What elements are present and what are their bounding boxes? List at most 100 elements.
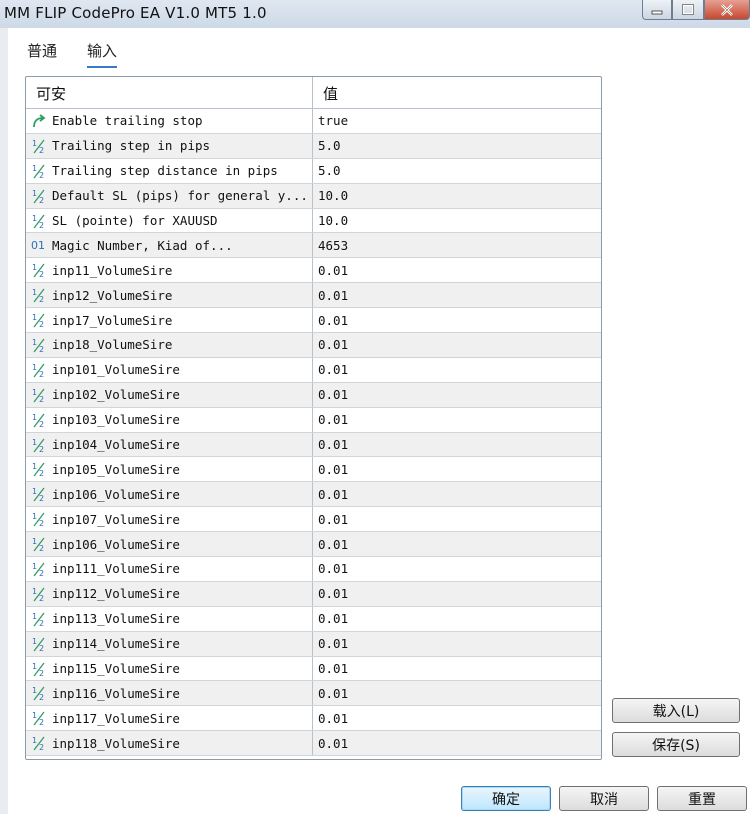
parameter-value-cell[interactable]: 0.01 <box>313 457 601 481</box>
parameter-name-cell[interactable]: 1 2 inp113_VolumeSire <box>26 606 313 631</box>
parameter-value-cell[interactable]: 0.01 <box>313 333 601 357</box>
parameter-value-cell[interactable]: 0.01 <box>313 408 601 432</box>
parameter-name-cell[interactable]: 1 2 Trailing step distance in pips <box>26 158 313 183</box>
parameter-value-cell[interactable]: true <box>313 109 601 133</box>
parameter-name-cell[interactable]: 1 2 SL (pointe) for XAUUSD <box>26 208 313 233</box>
tab-input[interactable]: 输入 <box>87 40 118 68</box>
parameter-value-cell[interactable]: 0.01 <box>313 308 601 332</box>
tab-general[interactable]: 普通 <box>27 40 57 66</box>
parameter-name-cell[interactable]: 1 2 inp105_VolumeSire <box>26 457 313 482</box>
table-row[interactable]: 1 2 inp11_VolumeSire 0.01 <box>26 258 601 284</box>
parameter-value-cell[interactable]: 0.01 <box>313 657 601 681</box>
column-header-variable[interactable]: 可安 <box>26 77 313 108</box>
parameter-name-cell[interactable]: 1 2 inp115_VolumeSire <box>26 656 313 681</box>
parameter-value-cell[interactable]: 4653 <box>313 233 601 257</box>
parameter-value-cell[interactable]: 0.01 <box>313 557 601 581</box>
parameter-name-cell[interactable]: 1 2 Trailing step in pips <box>26 133 313 158</box>
parameter-name-cell[interactable]: 1 2 inp11_VolumeSire <box>26 258 313 283</box>
parameter-name-cell[interactable]: 1 2 inp18_VolumeSire <box>26 333 313 357</box>
table-row[interactable]: 1 2 inp116_VolumeSire 0.01 <box>26 681 601 707</box>
parameter-name-cell[interactable]: 1 2 Default SL (pips) for general y... <box>26 183 313 208</box>
parameter-name-cell[interactable]: 1 2 inp102_VolumeSire <box>26 382 313 407</box>
table-row[interactable]: 1 2 inp102_VolumeSire 0.01 <box>26 382 601 408</box>
table-row[interactable]: 1 2 inp106_VolumeSire 0.01 <box>26 482 601 508</box>
column-header-value[interactable]: 值 <box>313 77 601 108</box>
table-row[interactable]: Enable trailing stop true <box>26 109 601 134</box>
table-row[interactable]: 1 2 inp12_VolumeSire 0.01 <box>26 283 601 309</box>
parameter-value-cell[interactable]: 0.01 <box>313 383 601 407</box>
table-row[interactable]: 1 2 inp115_VolumeSire 0.01 <box>26 656 601 682</box>
parameter-value-cell[interactable]: 0.01 <box>313 532 601 556</box>
number-icon: 12 <box>31 163 47 179</box>
table-row[interactable]: 1 2 inp107_VolumeSire 0.01 <box>26 507 601 533</box>
table-row[interactable]: 1 2 inp114_VolumeSire 0.01 <box>26 631 601 657</box>
table-row[interactable]: 1 2 Trailing step in pips 5.0 <box>26 133 601 159</box>
parameter-name-cell[interactable]: 1 2 inp114_VolumeSire <box>26 631 313 656</box>
parameter-name-cell[interactable]: 1 2 inp101_VolumeSire <box>26 357 313 382</box>
parameter-value-cell[interactable]: 0.01 <box>313 681 601 705</box>
parameter-value-cell[interactable]: 10.0 <box>313 209 601 233</box>
svg-text:2: 2 <box>39 370 44 378</box>
parameter-name: inp106_VolumeSire <box>52 486 180 502</box>
parameter-name-cell[interactable]: 1 2 inp106_VolumeSire <box>26 482 313 507</box>
table-row[interactable]: 1 2 inp113_VolumeSire 0.01 <box>26 606 601 632</box>
svg-text:2: 2 <box>39 718 44 726</box>
parameter-value-cell[interactable]: 0.01 <box>313 258 601 282</box>
parameter-name-cell[interactable]: 1 2 inp104_VolumeSire <box>26 432 313 457</box>
parameter-name-cell[interactable]: 1 2 inp116_VolumeSire <box>26 681 313 706</box>
parameter-value-cell[interactable]: 0.01 <box>313 706 601 730</box>
table-row[interactable]: 1 2 inp18_VolumeSire 0.01 <box>26 333 601 358</box>
parameter-value-cell[interactable]: 0.01 <box>313 582 601 606</box>
parameter-name-cell[interactable]: 1 2 inp111_VolumeSire <box>26 557 313 581</box>
svg-text:1: 1 <box>32 164 37 173</box>
table-row[interactable]: 1 2 inp101_VolumeSire 0.01 <box>26 357 601 383</box>
table-row[interactable]: 1 2 inp117_VolumeSire 0.01 <box>26 706 601 732</box>
table-row[interactable]: 1 2 inp104_VolumeSire 0.01 <box>26 432 601 458</box>
parameter-value-cell[interactable]: 0.01 <box>313 358 601 382</box>
parameter-name: Trailing step distance in pips <box>52 163 278 179</box>
parameter-value-cell[interactable]: 10.0 <box>313 184 601 208</box>
parameter-value-cell[interactable]: 5.0 <box>313 159 601 183</box>
title-bar[interactable]: MM FLIP CodePro EA V1.0 MT5 1.0 <box>0 0 750 28</box>
parameter-name-cell[interactable]: Enable trailing stop <box>26 109 313 133</box>
close-button[interactable] <box>704 0 750 20</box>
reset-button[interactable]: 重置 <box>657 786 747 811</box>
save-button[interactable]: 保存(S) <box>612 732 740 757</box>
parameter-value-cell[interactable]: 0.01 <box>313 607 601 631</box>
cancel-button[interactable]: 取消 <box>559 786 649 811</box>
parameter-value-cell[interactable]: 0.01 <box>313 482 601 506</box>
table-row[interactable]: 1 2 inp118_VolumeSire 0.01 <box>26 731 601 757</box>
ok-button[interactable]: 确定 <box>461 786 551 811</box>
number-icon: 12 <box>31 188 47 204</box>
number-icon: 12 <box>31 611 47 627</box>
parameter-value-cell[interactable]: 0.01 <box>313 433 601 457</box>
table-row[interactable]: 1 2 inp105_VolumeSire 0.01 <box>26 457 601 483</box>
table-row[interactable]: 1 2 Default SL (pips) for general y... 10.0 <box>26 183 601 209</box>
load-button[interactable]: 载入(L) <box>612 698 740 723</box>
parameter-name-cell[interactable]: 1 2 inp12_VolumeSire <box>26 283 313 308</box>
table-row[interactable]: 1 2 inp111_VolumeSire 0.01 <box>26 557 601 582</box>
table-row[interactable]: 1 2 inp112_VolumeSire 0.01 <box>26 581 601 607</box>
parameter-name-cell[interactable]: 01 Magic Number, Kiad of... <box>26 233 313 258</box>
parameter-value-cell[interactable]: 5.0 <box>313 134 601 158</box>
parameter-value-cell[interactable]: 0.01 <box>313 632 601 656</box>
parameter-name-cell[interactable]: 1 2 inp118_VolumeSire <box>26 731 313 756</box>
table-row[interactable]: 1 2 SL (pointe) for XAUUSD 10.0 <box>26 208 601 234</box>
svg-text:1: 1 <box>32 338 37 347</box>
table-row[interactable]: 1 2 inp103_VolumeSire 0.01 <box>26 407 601 433</box>
minimize-button[interactable] <box>642 0 672 20</box>
parameter-name-cell[interactable]: 1 2 inp112_VolumeSire <box>26 581 313 606</box>
parameter-name-cell[interactable]: 1 2 inp106_VolumeSire <box>26 532 313 557</box>
parameter-name-cell[interactable]: 1 2 inp103_VolumeSire <box>26 407 313 432</box>
table-row[interactable]: 1 2 Trailing step distance in pips 5.0 <box>26 158 601 184</box>
parameter-name-cell[interactable]: 1 2 inp17_VolumeSire <box>26 308 313 333</box>
parameter-name-cell[interactable]: 1 2 inp117_VolumeSire <box>26 706 313 731</box>
parameter-value-cell[interactable]: 0.01 <box>313 507 601 531</box>
maximize-button[interactable] <box>672 0 704 20</box>
parameter-name-cell[interactable]: 1 2 inp107_VolumeSire <box>26 507 313 532</box>
table-row[interactable]: 1 2 inp106_VolumeSire 0.01 <box>26 532 601 558</box>
table-row[interactable]: 01 Magic Number, Kiad of... 4653 <box>26 233 601 259</box>
parameter-value-cell[interactable]: 0.01 <box>313 283 601 307</box>
table-row[interactable]: 1 2 inp17_VolumeSire 0.01 <box>26 308 601 334</box>
parameter-value-cell[interactable]: 0.01 <box>313 731 601 755</box>
